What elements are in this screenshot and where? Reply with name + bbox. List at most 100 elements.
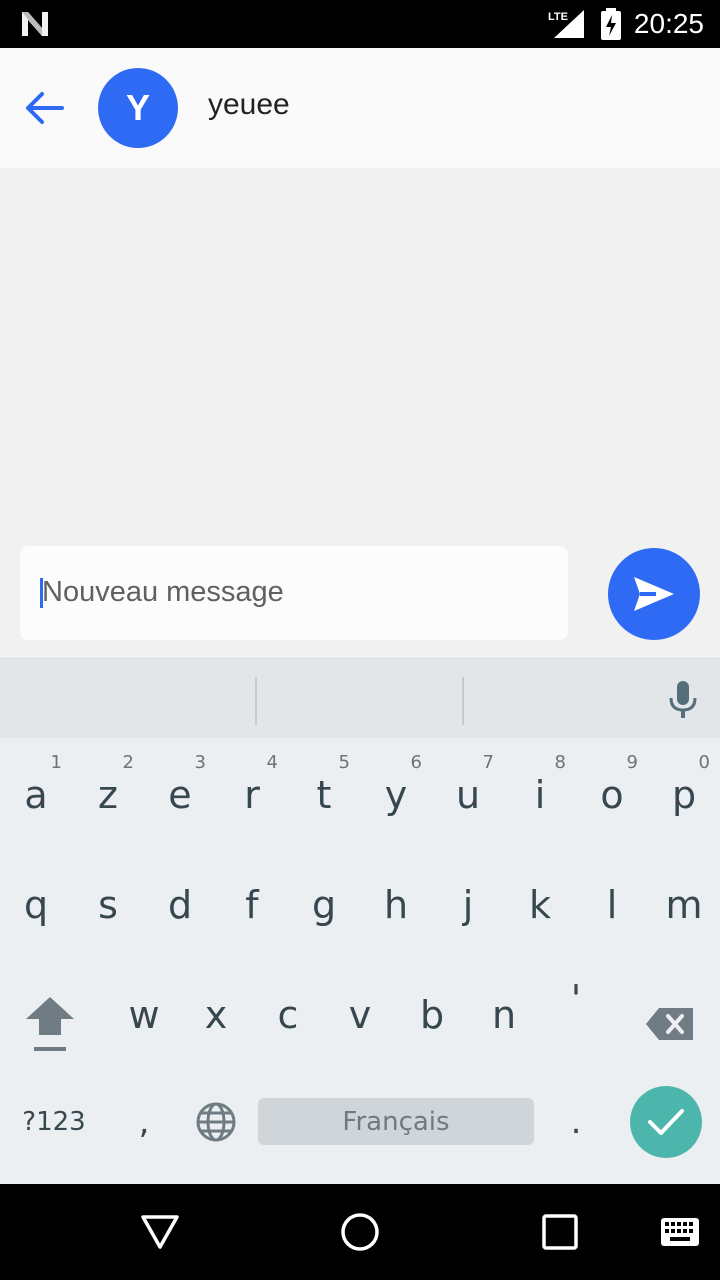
key-label: e	[168, 773, 192, 817]
message-thread: Nouveau message	[0, 168, 720, 658]
space-bar[interactable]: Français	[258, 1098, 534, 1145]
back-triangle-icon	[141, 1215, 179, 1249]
key-label: d	[167, 883, 193, 927]
key-hint: 1	[50, 752, 62, 773]
suggestion-center[interactable]	[258, 659, 464, 739]
key-label: g	[311, 883, 337, 927]
nav-home-button[interactable]	[330, 1202, 390, 1262]
suggestion-divider	[462, 677, 464, 725]
message-input[interactable]: Nouveau message	[20, 546, 568, 640]
key-label: r	[244, 773, 260, 817]
key-label: z	[98, 773, 118, 817]
key-i[interactable]: 8 i	[504, 738, 576, 838]
comma-key[interactable]: ,	[112, 1094, 176, 1150]
android-n-icon	[22, 12, 48, 36]
key-hint: 7	[482, 752, 494, 773]
key-e[interactable]: 3 e	[144, 738, 216, 838]
key-hint: 8	[554, 752, 566, 773]
key-a[interactable]: 1 a	[0, 738, 72, 838]
key-x[interactable]: x	[180, 958, 252, 1058]
key-label: b	[419, 993, 445, 1037]
status-right: LTE 20:25	[548, 0, 704, 48]
key-f[interactable]: f	[216, 848, 288, 948]
language-switch-key[interactable]	[186, 1094, 246, 1150]
key-label: o	[600, 773, 624, 817]
checkmark-icon	[648, 1109, 684, 1135]
key-hint: 9	[626, 752, 638, 773]
key-l[interactable]: l	[576, 848, 648, 948]
clock: 20:25	[633, 8, 704, 39]
system-nav-bar	[0, 1184, 720, 1280]
key-label: j	[462, 883, 474, 927]
nav-keyboard-switch-button[interactable]	[650, 1202, 710, 1262]
key-r[interactable]: 4 r	[216, 738, 288, 838]
contact-avatar[interactable]: Y	[98, 68, 178, 148]
network-label: LTE	[548, 11, 568, 23]
key-y[interactable]: 6 y	[360, 738, 432, 838]
key-t[interactable]: 5 t	[288, 738, 360, 838]
key-hint: 5	[338, 752, 350, 773]
suggestion-right[interactable]	[466, 659, 672, 739]
key-b[interactable]: b	[396, 958, 468, 1058]
key-label: m	[665, 883, 703, 927]
status-bar: LTE 20:25	[0, 0, 720, 48]
key-label: p	[671, 773, 697, 817]
enter-key[interactable]	[630, 1086, 702, 1158]
nav-recents-button[interactable]	[530, 1202, 590, 1262]
send-button[interactable]	[608, 548, 700, 640]
key-u[interactable]: 7 u	[432, 738, 504, 838]
globe-icon	[196, 1102, 236, 1142]
key-label: n	[491, 993, 517, 1037]
battery-charging-icon	[600, 8, 621, 40]
key-label: u	[455, 773, 481, 817]
key-apostrophe[interactable]: '	[540, 958, 612, 1058]
mic-icon	[669, 681, 697, 718]
key-j[interactable]: j	[432, 848, 504, 948]
key-label: x	[204, 993, 228, 1037]
key-g[interactable]: g	[288, 848, 360, 948]
key-label: w	[128, 993, 160, 1037]
key-d[interactable]: d	[144, 848, 216, 948]
key-o[interactable]: 9 o	[576, 738, 648, 838]
send-icon	[634, 577, 674, 611]
key-label: v	[348, 993, 372, 1037]
conversation-header: Y yeuee	[0, 48, 720, 168]
key-label: a	[24, 773, 48, 817]
arrow-back-icon	[26, 92, 64, 124]
key-c[interactable]: c	[252, 958, 324, 1058]
lte-signal-icon: LTE	[548, 10, 584, 38]
key-hint: 6	[410, 752, 422, 773]
recents-square-icon	[542, 1214, 578, 1250]
key-p[interactable]: 0 p	[648, 738, 720, 838]
key-label: t	[316, 773, 332, 817]
symbols-key[interactable]: ?123	[8, 1094, 100, 1150]
backspace-icon	[646, 1008, 693, 1040]
key-q[interactable]: q	[0, 848, 72, 948]
shift-key[interactable]	[14, 984, 86, 1064]
key-n[interactable]: n	[468, 958, 540, 1058]
key-label: c	[277, 993, 299, 1037]
key-hint: 3	[194, 752, 206, 773]
suggestion-left[interactable]	[24, 659, 230, 739]
key-z[interactable]: 2 z	[72, 738, 144, 838]
back-button[interactable]	[18, 86, 70, 130]
keyboard-switch-icon	[661, 1218, 699, 1246]
key-w[interactable]: w	[108, 958, 180, 1058]
key-label: s	[98, 883, 118, 927]
key-s[interactable]: s	[72, 848, 144, 948]
home-circle-icon	[341, 1213, 379, 1251]
contact-name[interactable]: yeuee	[208, 88, 290, 122]
voice-input-button[interactable]	[658, 675, 708, 725]
period-key[interactable]: .	[544, 1094, 608, 1150]
key-label: i	[534, 773, 546, 817]
key-label: h	[383, 883, 409, 927]
message-input-placeholder: Nouveau message	[42, 576, 284, 608]
key-label: f	[245, 883, 259, 927]
key-v[interactable]: v	[324, 958, 396, 1058]
key-k[interactable]: k	[504, 848, 576, 948]
backspace-key[interactable]	[634, 984, 706, 1064]
key-m[interactable]: m	[648, 848, 720, 948]
nav-back-button[interactable]	[130, 1202, 190, 1262]
key-label: q	[23, 883, 49, 927]
key-h[interactable]: h	[360, 848, 432, 948]
